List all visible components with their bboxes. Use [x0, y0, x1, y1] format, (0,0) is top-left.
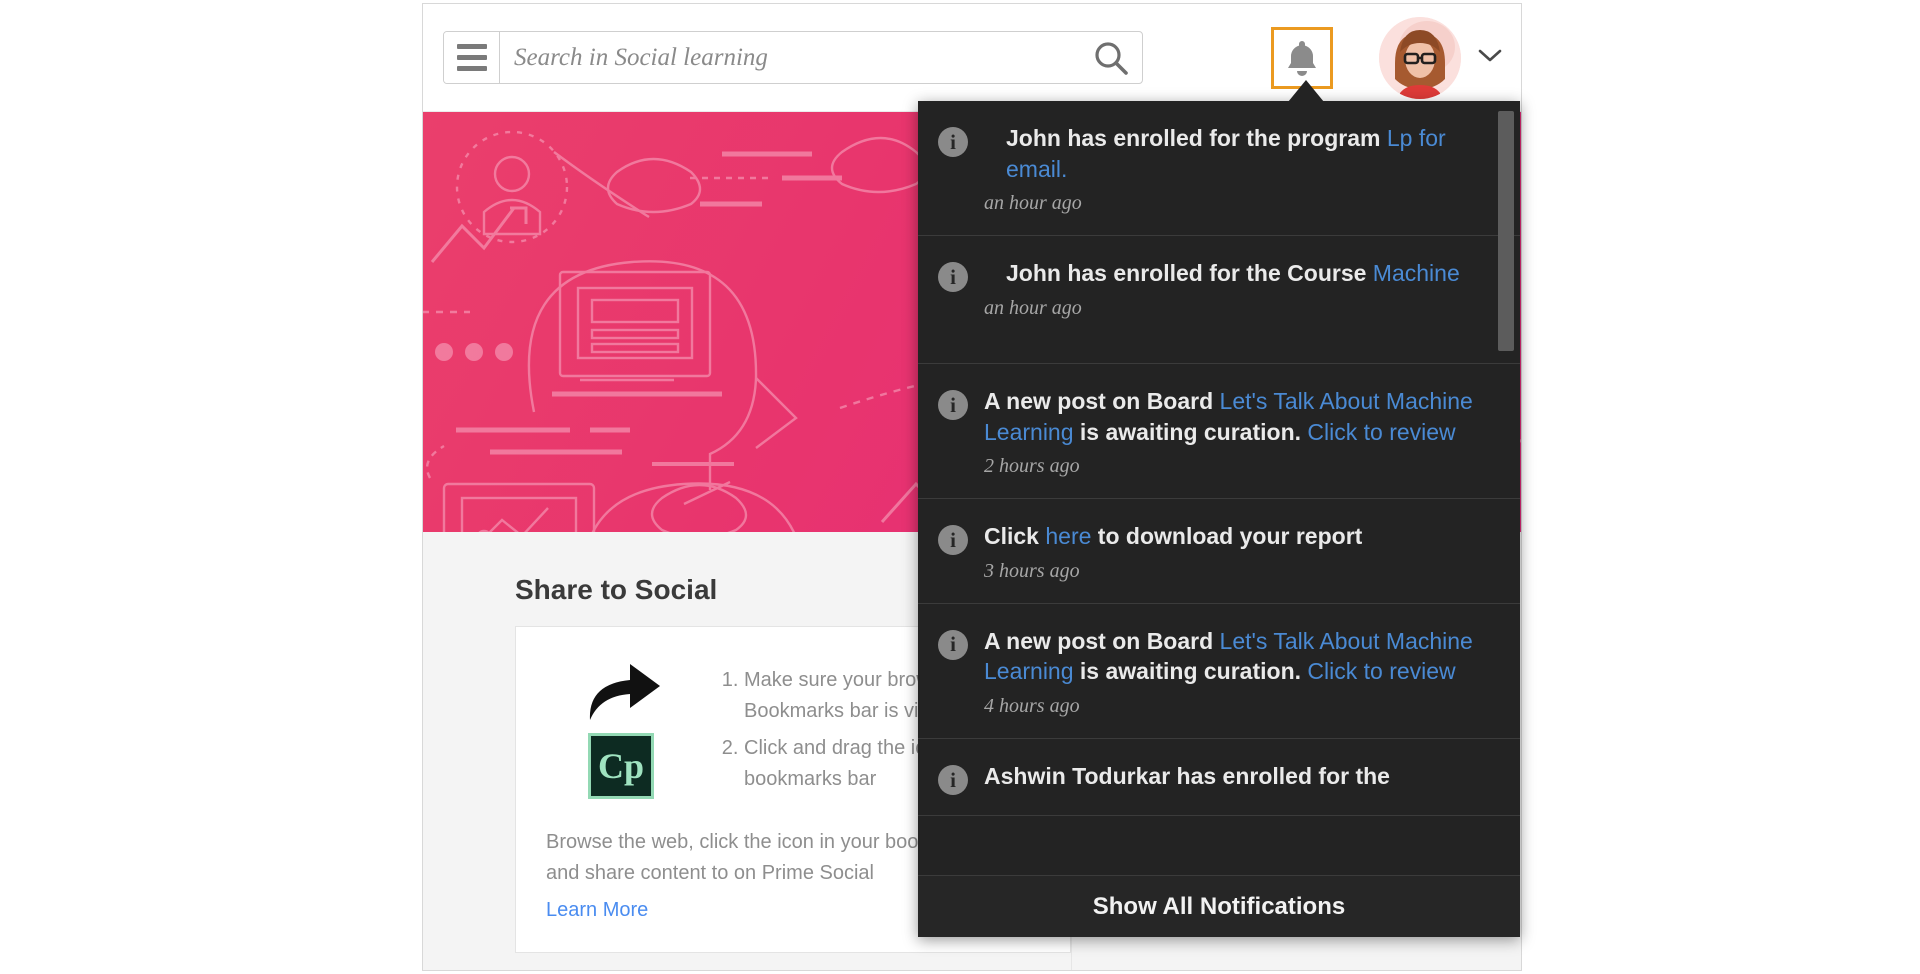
notification-item[interactable]: i Click here to download your report 3 hou…: [918, 499, 1520, 604]
notification-body: A new post on Board Let's Talk About Mac…: [984, 626, 1492, 718]
notification-body: A new post on Board Let's Talk About Mac…: [984, 386, 1492, 478]
notification-text: John has enrolled for the Course Machine: [984, 258, 1492, 289]
notification-timestamp: an hour ago: [984, 192, 1492, 215]
search-input-wrapper: [500, 32, 1080, 83]
notification-text: A new post on Board Let's Talk About Mac…: [984, 626, 1492, 687]
info-icon: i: [938, 390, 968, 420]
notification-item[interactable]: i A new post on Board Let's Talk About Ma…: [918, 364, 1520, 499]
notification-text: Ashwin Todurkar has enrolled for the: [984, 761, 1492, 792]
notification-list[interactable]: i John has enrolled for the program Lp fo…: [918, 101, 1520, 875]
learn-more-link[interactable]: Learn More: [546, 899, 648, 922]
notification-item[interactable]: i John has enrolled for the Course Machin…: [918, 236, 1520, 364]
notification-body: Click here to download your report 3 hour…: [984, 521, 1492, 583]
notification-text-segment: Click: [984, 523, 1045, 549]
hamburger-icon[interactable]: [444, 32, 500, 83]
notification-link[interactable]: Machine: [1373, 260, 1460, 286]
bookmarklet-block: Cp: [546, 653, 696, 801]
notification-item[interactable]: i Ashwin Todurkar has enrolled for the: [918, 739, 1520, 816]
notification-text-segment: A new post on Board: [984, 388, 1220, 414]
notification-actor: John: [1006, 125, 1061, 151]
chevron-down-icon[interactable]: [1475, 45, 1505, 70]
notification-text-segment: is awaiting curation.: [1074, 419, 1308, 445]
notification-text-segment: A new post on Board: [984, 628, 1220, 654]
notification-actor: John: [1006, 260, 1061, 286]
avatar[interactable]: [1379, 17, 1505, 99]
notification-timestamp: 2 hours ago: [984, 455, 1492, 478]
info-icon: i: [938, 127, 968, 157]
notification-link[interactable]: here: [1045, 523, 1091, 549]
notification-item[interactable]: i John has enrolled for the program Lp fo…: [918, 101, 1520, 236]
notification-body: Ashwin Todurkar has enrolled for the: [984, 761, 1492, 795]
notification-item[interactable]: i A new post on Board Let's Talk About Ma…: [918, 604, 1520, 739]
notification-body: John has enrolled for the program Lp for…: [984, 123, 1492, 215]
search-bar: [443, 31, 1143, 84]
notification-body: John has enrolled for the Course Machine…: [984, 258, 1492, 343]
captivate-app-icon[interactable]: Cp: [588, 733, 654, 799]
notification-scrollbar[interactable]: [1498, 111, 1514, 811]
notification-text-segment: to download your report: [1091, 523, 1362, 549]
notification-text-segment: Ashwin Todurkar has enrolled for the: [984, 763, 1390, 789]
notification-text: A new post on Board Let's Talk About Mac…: [984, 386, 1492, 447]
share-arrow-icon: [546, 657, 696, 729]
app-header: [423, 4, 1521, 112]
notification-panel: i John has enrolled for the program Lp fo…: [918, 101, 1520, 937]
info-icon: i: [938, 525, 968, 555]
avatar-image: [1379, 17, 1461, 99]
show-all-notifications-button[interactable]: Show All Notifications: [918, 875, 1520, 937]
notification-text: John has enrolled for the program Lp for…: [984, 123, 1492, 184]
notification-text-segment: is awaiting curation.: [1074, 658, 1308, 684]
notification-scrollbar-thumb[interactable]: [1498, 111, 1514, 351]
notification-text: Click here to download your report: [984, 521, 1492, 552]
notification-timestamp: 3 hours ago: [984, 560, 1492, 583]
info-icon: i: [938, 630, 968, 660]
notification-link[interactable]: Click to review: [1307, 419, 1455, 445]
info-icon: i: [938, 262, 968, 292]
search-input[interactable]: [514, 44, 1066, 72]
notification-timestamp: an hour ago: [984, 297, 1492, 320]
notification-text-segment: has enrolled for the Course: [1061, 260, 1373, 286]
notification-panel-caret: [1288, 80, 1324, 102]
search-icon[interactable]: [1080, 32, 1142, 83]
notification-timestamp: 4 hours ago: [984, 695, 1492, 718]
notification-link[interactable]: Click to review: [1307, 658, 1455, 684]
screen-root: Share to Social Cp: [0, 0, 1920, 974]
info-icon: i: [938, 765, 968, 795]
notification-text-segment: has enrolled for the program: [1061, 125, 1387, 151]
